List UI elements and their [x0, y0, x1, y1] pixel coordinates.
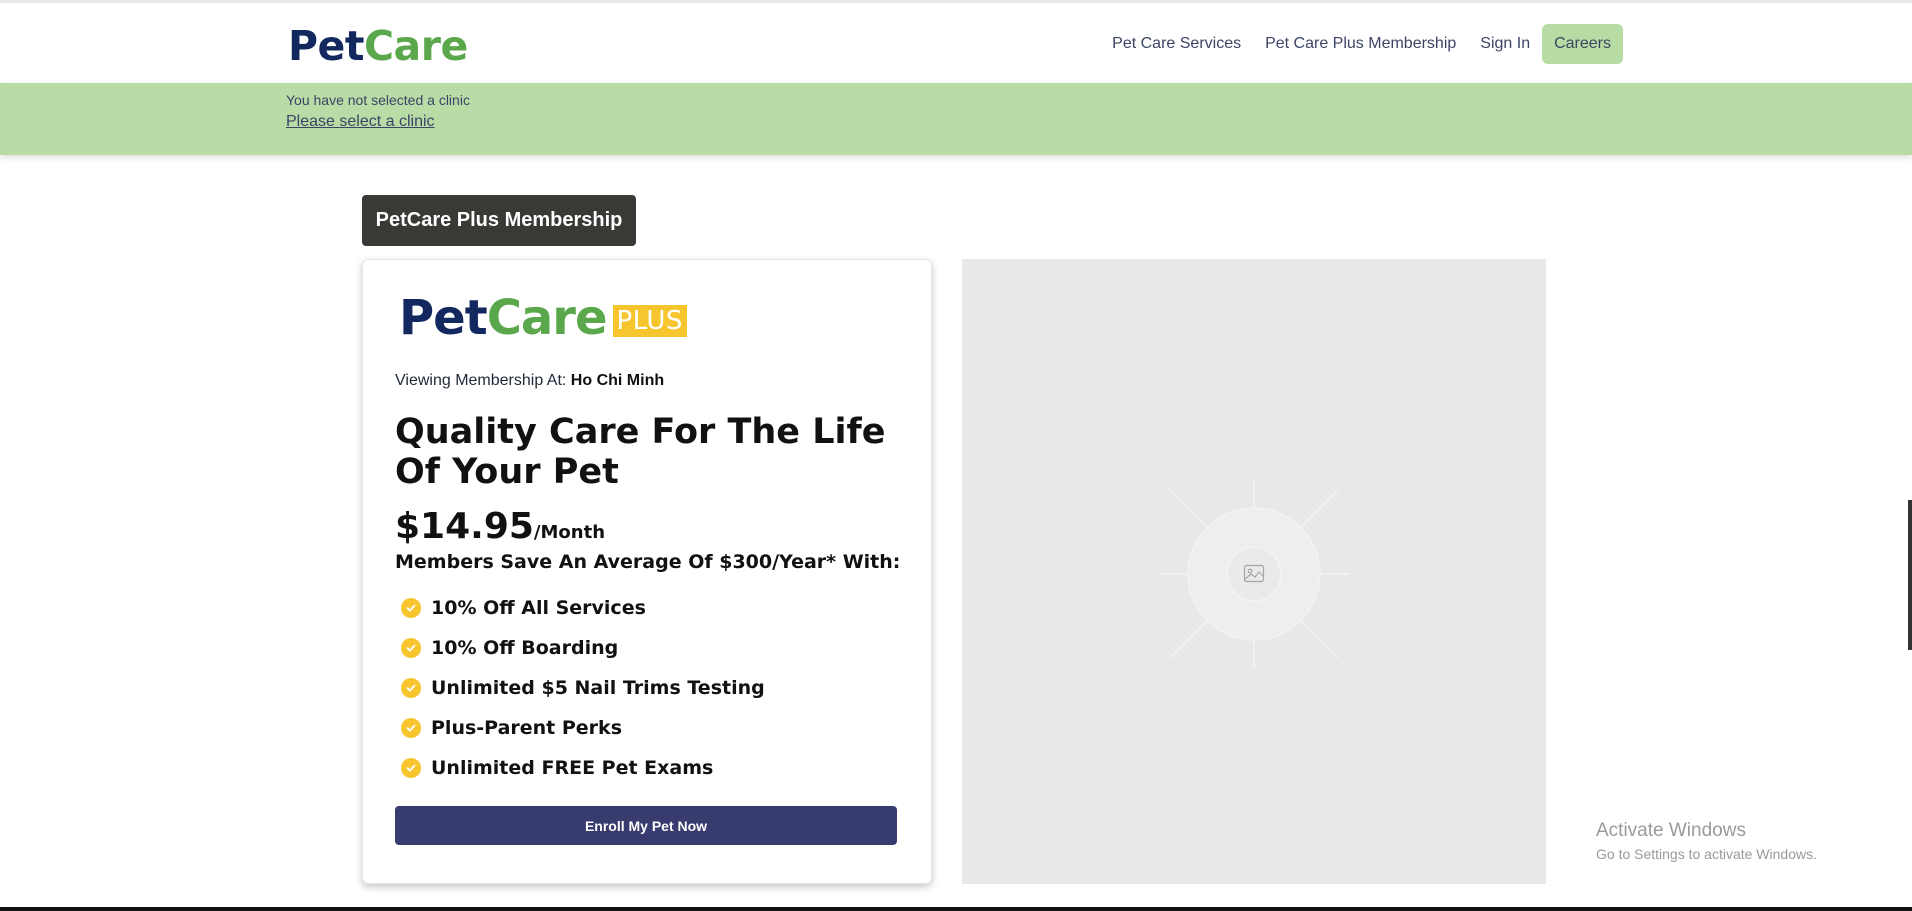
benefit-label: 10% Off Boarding — [431, 637, 619, 659]
watermark-subtitle: Go to Settings to activate Windows. — [1596, 846, 1817, 862]
nav-pet-care-plus-membership[interactable]: Pet Care Plus Membership — [1265, 35, 1456, 53]
scrollbar-edge[interactable] — [1908, 500, 1912, 650]
membership-card: Pet Care PLUS Viewing Membership At: Ho Ch… — [362, 259, 932, 884]
check-circle-icon — [401, 718, 421, 738]
list-item: Unlimited FREE Pet Exams — [401, 748, 765, 788]
list-item: 10% Off All Services — [401, 588, 765, 628]
nav-sign-in[interactable]: Sign In — [1480, 35, 1530, 53]
petcare-logo[interactable]: PetCare — [288, 18, 468, 74]
list-item: 10% Off Boarding — [401, 628, 765, 668]
bottom-border — [0, 907, 1912, 911]
list-item: Plus-Parent Perks — [401, 708, 765, 748]
plus-logo-care-text: Care — [486, 290, 608, 346]
benefit-label: Unlimited $5 Nail Trims Testing — [431, 677, 765, 699]
viewing-label: Viewing Membership At: — [395, 372, 571, 389]
logo-care-text: Care — [363, 22, 468, 70]
activate-windows-watermark: Activate Windows Go to Settings to activ… — [1596, 820, 1817, 862]
membership-tag: PetCare Plus Membership — [362, 195, 636, 246]
viewing-location: Viewing Membership At: Ho Chi Minh — [395, 372, 664, 390]
check-circle-icon — [401, 638, 421, 658]
membership-headline: Quality Care For The Life Of Your Pet — [395, 412, 886, 492]
savings-text: Members Save An Average Of $300/Year* Wi… — [395, 551, 901, 573]
clinic-banner-message: You have not selected a clinic — [286, 92, 470, 108]
clinic-banner: You have not selected a clinic Please se… — [0, 83, 1912, 155]
plus-logo-pet-text: Pet — [399, 290, 488, 346]
location-name: Ho Chi Minh — [570, 372, 665, 389]
main-nav: Pet Care Services Pet Care Plus Membersh… — [1088, 23, 1623, 65]
check-circle-icon — [401, 678, 421, 698]
check-circle-icon — [401, 598, 421, 618]
benefit-label: Plus-Parent Perks — [431, 717, 623, 739]
plus-badge: PLUS — [612, 305, 687, 337]
benefit-label: Unlimited FREE Pet Exams — [431, 757, 714, 779]
enroll-button[interactable]: Enroll My Pet Now — [395, 806, 897, 845]
benefit-label: 10% Off All Services — [431, 597, 646, 619]
watermark-title: Activate Windows — [1596, 820, 1746, 841]
select-clinic-link[interactable]: Please select a clinic — [286, 113, 435, 131]
benefits-list: 10% Off All Services 10% Off Boarding Un… — [401, 588, 765, 788]
site-header: PetCare Pet Care Services Pet Care Plus … — [0, 3, 1912, 83]
image-icon — [1159, 479, 1349, 669]
logo-pet-text: Pet — [288, 22, 364, 70]
petcare-plus-logo: Pet Care PLUS — [399, 290, 687, 346]
list-item: Unlimited $5 Nail Trims Testing — [401, 668, 765, 708]
image-placeholder — [962, 259, 1546, 884]
membership-price: $14.95/Month — [395, 506, 605, 547]
careers-button[interactable]: Careers — [1542, 24, 1623, 64]
price-amount: $14.95 — [395, 506, 534, 547]
nav-pet-care-services[interactable]: Pet Care Services — [1112, 35, 1241, 53]
check-circle-icon — [401, 758, 421, 778]
price-unit: /Month — [533, 522, 606, 543]
